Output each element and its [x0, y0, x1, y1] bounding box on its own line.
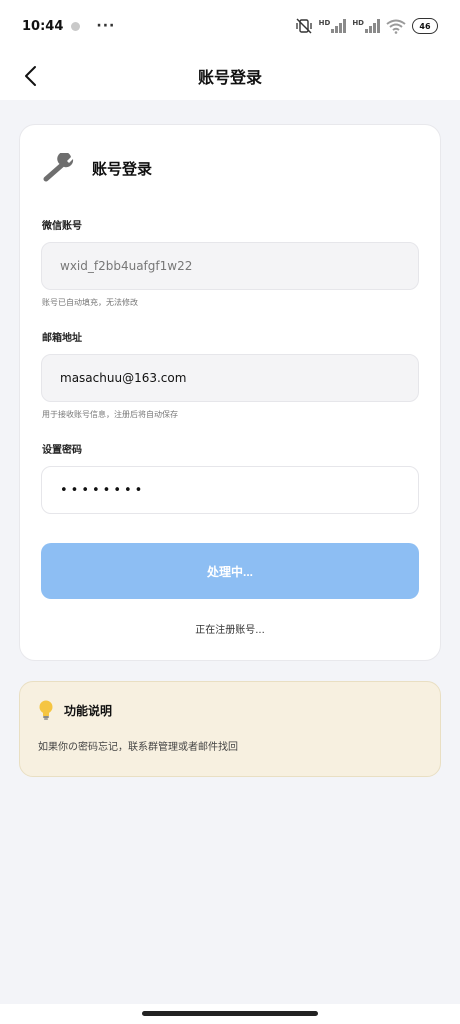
page-title: 账号登录 — [197, 68, 262, 87]
status-bar: 10:44 ··· HD HD 46 — [0, 0, 460, 52]
signal-1: HD — [319, 19, 347, 33]
info-text: 如果你の密码忘记，联系群管理或者邮件找回 — [38, 742, 238, 753]
info-card: 功能说明 如果你の密码忘记，联系群管理或者邮件找回 — [19, 681, 441, 777]
battery-icon: 46 — [412, 18, 438, 34]
notification-dot-icon — [71, 21, 81, 31]
wechat-account-field[interactable]: wxid_f2bb4uafgf1w22 — [41, 242, 419, 290]
wifi-icon — [386, 19, 406, 34]
status-right: HD HD 46 — [295, 18, 438, 34]
submit-button[interactable]: 处理中... — [41, 543, 419, 599]
status-time: 10:44 — [22, 18, 64, 34]
signal-2: HD — [352, 19, 380, 33]
back-button[interactable] — [14, 60, 46, 92]
lightbulb-icon — [39, 700, 53, 720]
status-left: 10:44 ··· — [22, 18, 115, 34]
info-header: 功能说明 — [38, 700, 112, 720]
email-label: 邮箱地址 — [42, 333, 82, 344]
home-indicator[interactable] — [142, 1011, 318, 1016]
processing-status: 正在注册账号... — [195, 625, 265, 636]
nav-bar: 账号登录 — [0, 52, 460, 100]
password-label: 设置密码 — [42, 445, 82, 456]
card-header: 账号登录 — [42, 153, 152, 183]
login-card: 账号登录 微信账号 wxid_f2bb4uafgf1w22 账号已自动填充，无法… — [19, 124, 441, 661]
hd-label: HD — [352, 19, 364, 27]
email-hint: 用于接收账号信息，注册后将自动保存 — [42, 410, 178, 419]
signal-icon — [365, 19, 380, 33]
info-title: 功能说明 — [64, 703, 113, 718]
card-title: 账号登录 — [92, 159, 153, 178]
status-more-icon: ··· — [96, 18, 116, 34]
signal-icon — [331, 19, 347, 33]
password-field[interactable]: •••••••• — [41, 466, 419, 514]
wrench-icon — [43, 153, 74, 182]
wechat-label: 微信账号 — [42, 221, 82, 232]
wechat-hint: 账号已自动填充，无法修改 — [42, 298, 138, 307]
mute-vibrate-icon — [296, 18, 312, 34]
chevron-left-icon — [25, 66, 36, 86]
email-field[interactable]: masachuu@163.com — [41, 354, 419, 402]
hd-label: HD — [318, 19, 331, 27]
